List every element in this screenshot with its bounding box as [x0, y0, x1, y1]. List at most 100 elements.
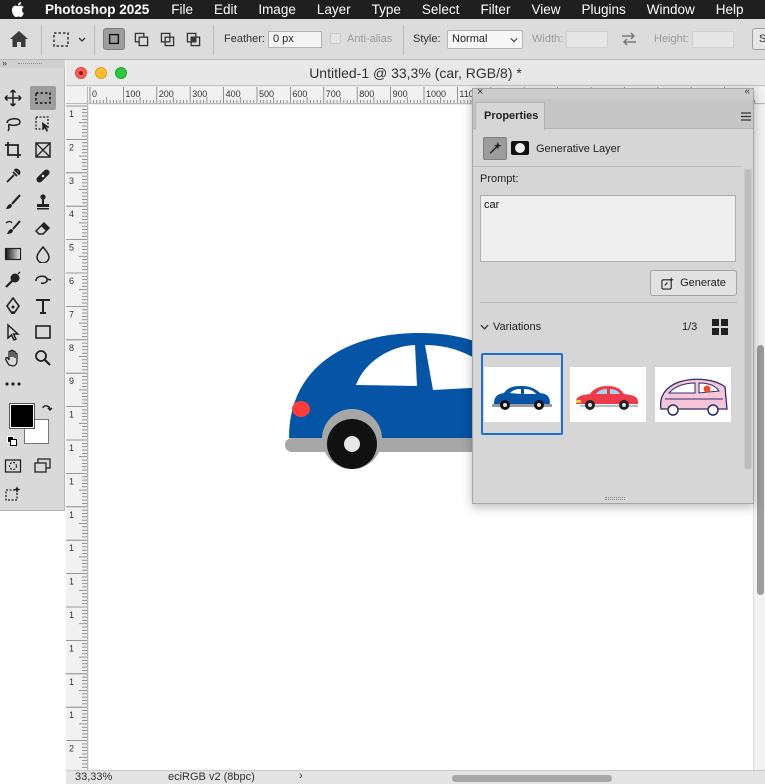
blur-tool[interactable] [30, 242, 56, 266]
eraser-tool[interactable] [30, 216, 56, 240]
move-icon [4, 89, 22, 107]
panel-resize-grip[interactable] [605, 497, 625, 500]
more-tools[interactable] [0, 372, 26, 396]
vertical-ruler[interactable]: 1 2 3 4 5 6 7 8 9 1 1 1 1 1 1 1 1 1 1 2 [66, 104, 88, 770]
marquee-tool[interactable] [30, 86, 56, 110]
type-tool[interactable] [30, 294, 56, 318]
brush-tool[interactable] [0, 190, 26, 214]
crop-icon [5, 142, 21, 158]
frame-tool[interactable] [30, 138, 56, 162]
properties-scrollbar[interactable] [744, 169, 752, 469]
smudge-tool[interactable] [30, 268, 56, 292]
ruler-label: 600 [292, 89, 307, 99]
menu-help[interactable]: Help [716, 2, 744, 17]
vertical-scrollbar[interactable] [753, 105, 765, 770]
healing-brush-tool[interactable] [30, 164, 56, 188]
rectangular-marquee-icon [35, 92, 51, 104]
properties-panel-header[interactable]: × « [473, 86, 753, 99]
rectangle-tool[interactable] [30, 320, 56, 344]
crop-tool[interactable] [0, 138, 26, 162]
variation-thumbnail-2[interactable] [570, 367, 646, 422]
move-tool[interactable] [0, 86, 26, 110]
zoom-window-button[interactable] [115, 67, 127, 79]
menu-window[interactable]: Window [647, 2, 695, 17]
select-and-mask-button[interactable]: S [752, 28, 765, 50]
chevron-down-icon [510, 38, 518, 43]
zoom-tool[interactable] [30, 346, 56, 370]
menu-plugins[interactable]: Plugins [581, 2, 625, 17]
ruler-origin[interactable] [66, 87, 88, 104]
menu-type[interactable]: Type [372, 2, 401, 17]
zoom-level[interactable]: 33,33% [75, 771, 112, 783]
menu-edit[interactable]: Edit [214, 2, 237, 17]
screen-mode[interactable] [30, 454, 56, 478]
collapse-panel-icon[interactable]: « [744, 86, 750, 97]
variation-thumbnail-3[interactable] [655, 367, 731, 422]
hand-tool[interactable] [0, 346, 26, 370]
minimize-window-button[interactable] [95, 67, 107, 79]
stamp-tool[interactable] [30, 190, 56, 214]
style-select[interactable]: Normal [447, 30, 523, 49]
generative-layer-icon[interactable] [483, 137, 507, 160]
ruler-label: 2 [69, 142, 74, 152]
eyedropper-tool[interactable] [0, 164, 26, 188]
quick-mask-icon [4, 459, 22, 473]
ruler-label: 4 [69, 209, 74, 219]
pen-tool[interactable] [0, 294, 26, 318]
width-input[interactable] [566, 31, 608, 48]
dodge-tool[interactable] [0, 268, 26, 292]
tab-properties[interactable]: Properties [475, 102, 545, 130]
collapse-tools-icon[interactable]: » [2, 58, 7, 68]
variations-label: Variations [493, 321, 542, 333]
height-input[interactable] [692, 31, 734, 48]
menu-select[interactable]: Select [422, 2, 460, 17]
ruler-label: 500 [259, 89, 274, 99]
lasso-tool[interactable] [0, 112, 26, 136]
menu-file[interactable]: File [171, 2, 193, 17]
ruler-label: 1 [69, 476, 74, 486]
foreground-color-swatch[interactable] [9, 403, 35, 429]
type-icon [36, 299, 50, 314]
subtract-from-selection-mode-button[interactable] [156, 28, 178, 50]
add-to-selection-mode-button[interactable] [130, 28, 152, 50]
intersect-selection-mode-button[interactable] [182, 28, 204, 50]
tools-panel-grip[interactable] [0, 60, 65, 68]
apple-logo-icon[interactable] [11, 2, 25, 17]
history-brush-tool[interactable] [0, 216, 26, 240]
blur-drop-icon [36, 245, 50, 263]
style-label: Style: [413, 33, 441, 45]
home-icon[interactable] [9, 29, 29, 49]
gradient-tool[interactable] [0, 242, 26, 266]
zoom-magnifier-icon [35, 350, 51, 366]
default-colors-icon[interactable] [7, 436, 17, 446]
layer-mask-icon[interactable] [511, 141, 529, 155]
panel-menu-icon[interactable] [741, 112, 751, 121]
horizontal-scroll-thumb[interactable] [452, 775, 612, 782]
menu-view[interactable]: View [531, 2, 560, 17]
swap-dimensions-icon[interactable] [620, 31, 638, 47]
grid-view-icon[interactable] [712, 319, 728, 335]
close-panel-icon[interactable]: × [477, 86, 483, 98]
menu-layer[interactable]: Layer [317, 2, 351, 17]
menu-image[interactable]: Image [258, 2, 296, 17]
status-menu-arrow-icon[interactable]: › [299, 770, 303, 782]
anti-alias-checkbox[interactable] [330, 33, 341, 44]
path-select-tool[interactable] [0, 320, 26, 344]
generative-fill[interactable] [0, 482, 26, 506]
document-title-bar[interactable]: Untitled-1 @ 33,3% (car, RGB/8) * [66, 60, 765, 86]
app-name-menu[interactable]: Photoshop 2025 [45, 2, 149, 17]
prompt-textarea[interactable]: car [480, 195, 736, 262]
object-select-tool[interactable] [30, 112, 56, 136]
new-selection-mode-button[interactable] [103, 28, 125, 50]
swap-colors-icon[interactable] [41, 403, 53, 415]
menu-filter[interactable]: Filter [480, 2, 510, 17]
close-window-button[interactable] [75, 67, 87, 79]
feather-input[interactable]: 0 px [268, 31, 322, 48]
variations-toggle[interactable]: Variations [480, 321, 600, 335]
generate-button[interactable]: Generate [650, 270, 737, 296]
vertical-scroll-thumb[interactable] [757, 345, 764, 595]
variation-thumbnail-1[interactable] [484, 367, 560, 422]
history-brush-icon [5, 220, 21, 234]
tool-preset-picker[interactable] [51, 30, 89, 50]
quick-mask[interactable] [0, 454, 26, 478]
